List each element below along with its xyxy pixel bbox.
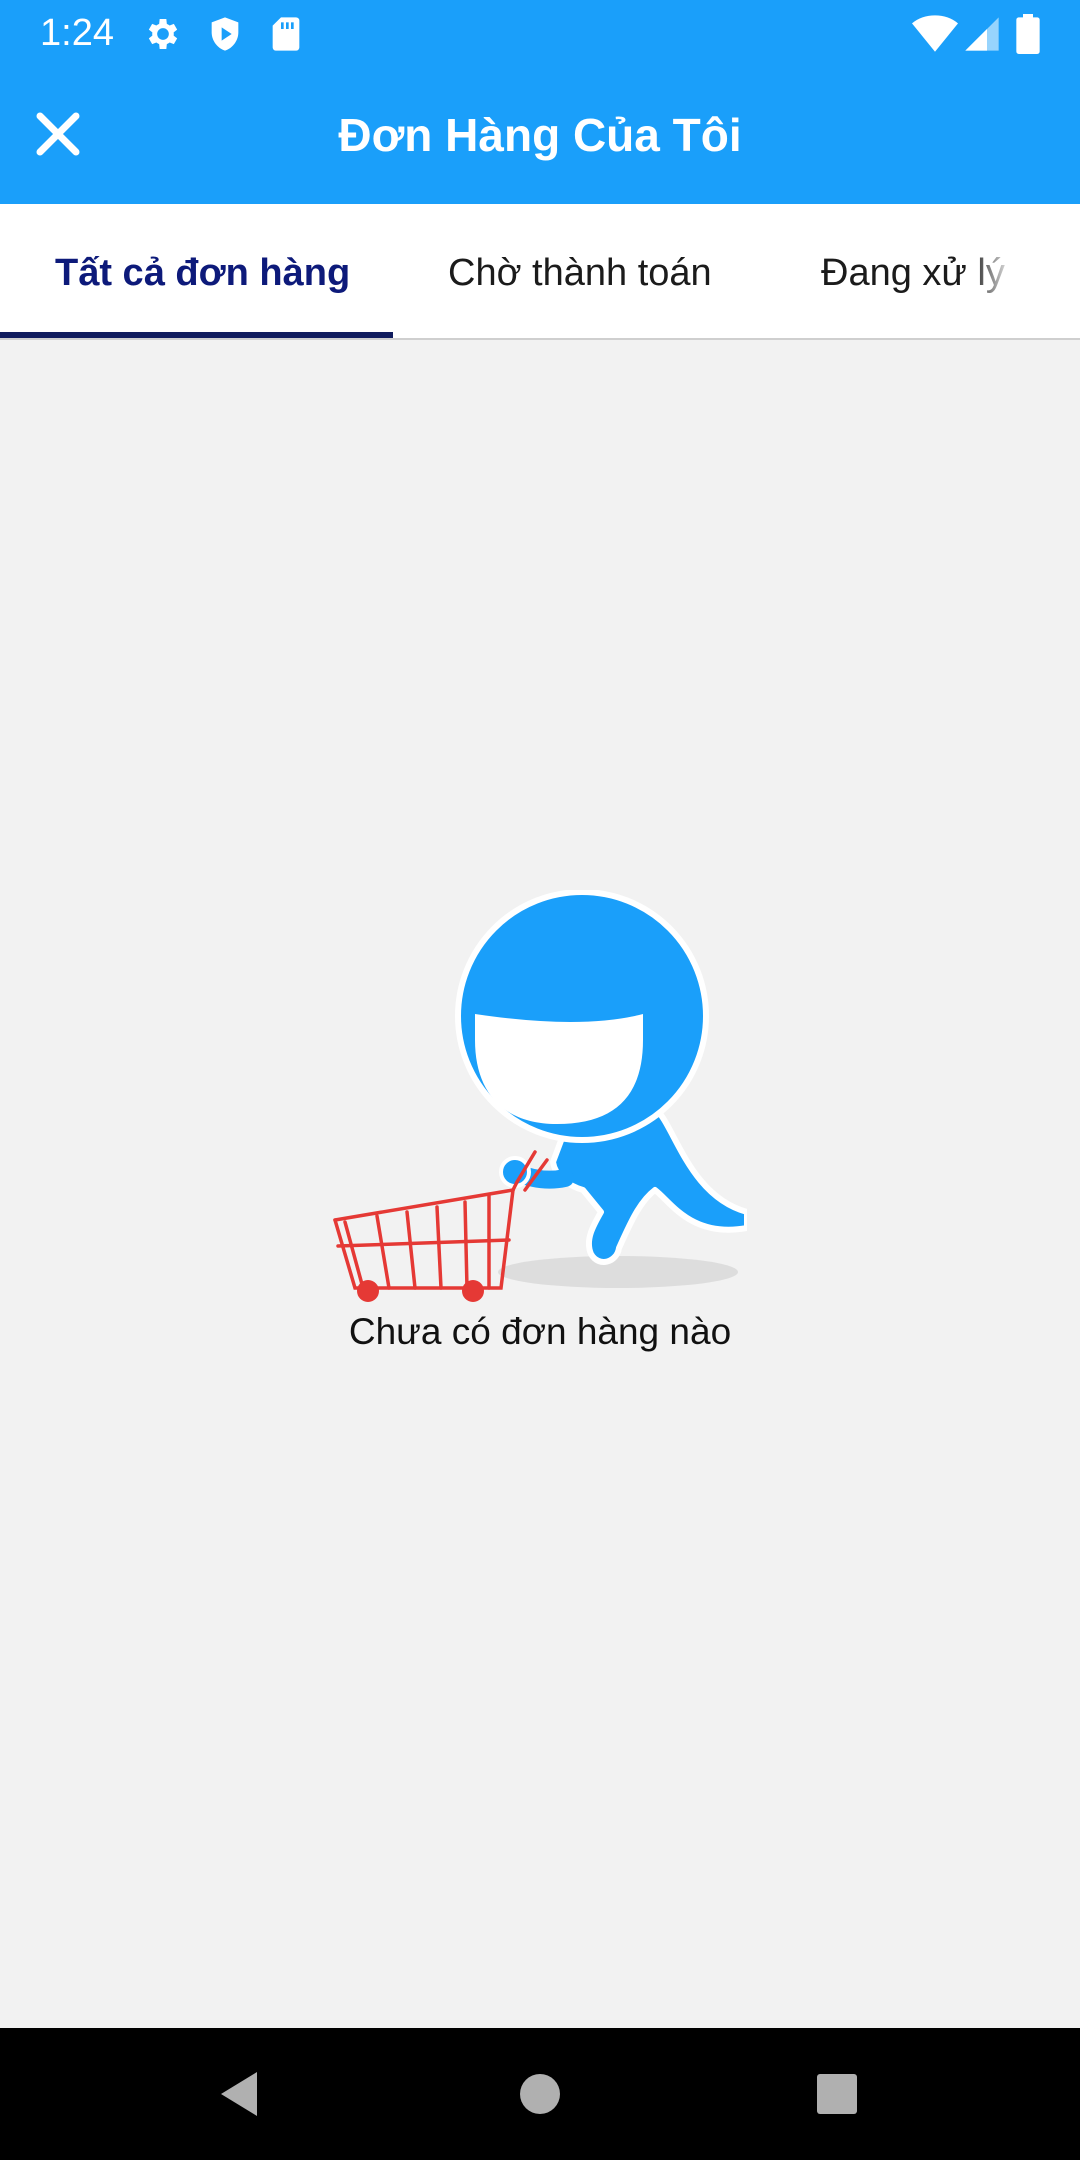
sd-card-icon: [266, 14, 306, 54]
home-button[interactable]: [504, 2058, 576, 2130]
tab-scroll-fade: [970, 212, 1080, 304]
empty-orders-message: Chưa có đơn hàng nào: [348, 1311, 732, 1352]
status-bar: 1:24: [0, 0, 1080, 66]
close-icon: [36, 112, 80, 156]
home-icon: [520, 2074, 560, 2114]
signal-icon: [962, 14, 1002, 54]
empty-orders-illustration: [333, 889, 750, 1302]
tab-active-indicator: [0, 332, 393, 338]
app-bar: Đơn Hàng Của Tôi: [0, 66, 1080, 204]
recents-icon: [817, 2074, 857, 2114]
order-tabs: Tất cả đơn hàng Chờ thành toán Đang xử l…: [0, 204, 1080, 340]
tab-awaiting-payment[interactable]: Chờ thành toán: [448, 204, 712, 338]
shield-icon: [205, 14, 245, 54]
system-nav-bar: [0, 2028, 1080, 2160]
gear-icon: [143, 14, 183, 54]
wifi-icon: [912, 14, 958, 54]
back-button[interactable]: [203, 2058, 275, 2130]
tab-all-orders[interactable]: Tất cả đơn hàng: [55, 204, 350, 338]
page-title: Đơn Hàng Của Tôi: [338, 109, 742, 161]
back-icon: [221, 2072, 257, 2116]
close-button[interactable]: [22, 98, 94, 170]
status-time: 1:24: [40, 12, 114, 54]
recents-button[interactable]: [801, 2058, 873, 2130]
battery-icon: [1013, 14, 1043, 54]
